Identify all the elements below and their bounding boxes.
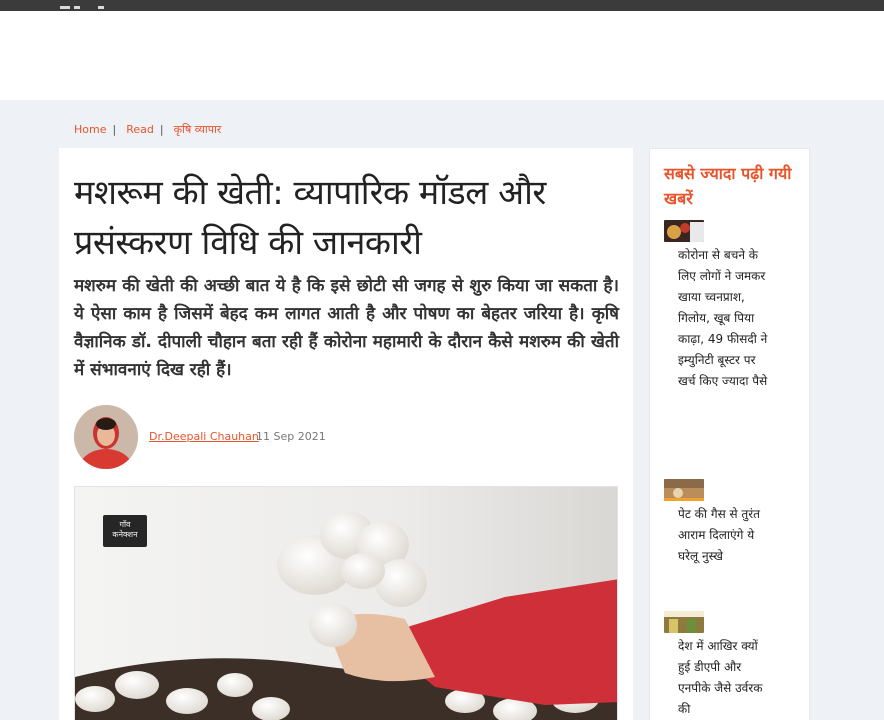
story-title-link[interactable]: देश में आखिर क्यों हुई डीएपी और एनपीके ज… — [678, 636, 770, 720]
breadcrumb-separator: | — [159, 123, 164, 136]
gaon-connection-watermark: गाँव कनेक्शन — [103, 515, 147, 547]
sidebar-story[interactable]: पेट की गैस से तुरंत आराम दिलाएंगे ये घरे… — [664, 479, 804, 567]
article-title: मशरूम की खेती: व्यापारिक मॉडल और प्रसंस्… — [74, 173, 546, 263]
breadcrumb-home-link[interactable]: Home — [74, 123, 106, 136]
site-logo[interactable] — [60, 4, 108, 11]
article-hero-image: गाँव कनेक्शन — [74, 486, 618, 720]
sidebar-story[interactable]: देश में आखिर क्यों हुई डीएपी और एनपीके ज… — [664, 611, 804, 720]
top-bar — [0, 0, 884, 11]
article-summary: मशरुम की खेती की अच्छी बात ये है कि इसे … — [74, 276, 619, 380]
sidebar-story[interactable]: कोरोना से बचने के लिए लोगों ने जमकर खाया… — [664, 220, 804, 392]
story-title-link[interactable]: पेट की गैस से तुरंत आराम दिलाएंगे ये घरे… — [678, 504, 770, 567]
article-card: मशरूम की खेती: व्यापारिक मॉडल और प्रसंस्… — [59, 148, 633, 720]
author-avatar[interactable] — [74, 405, 138, 469]
story-thumbnail[interactable] — [664, 479, 704, 501]
sidebar-title: सबसे ज्यादा पढ़ी गयी खबरें — [664, 164, 792, 208]
author-name-link[interactable]: Dr.Deepali Chauhan — [149, 430, 259, 443]
story-title-link[interactable]: कोरोना से बचने के लिए लोगों ने जमकर खाया… — [678, 245, 770, 392]
story-thumbnail[interactable] — [664, 611, 704, 633]
breadcrumb-separator: | — [112, 123, 117, 136]
breadcrumb-category-link[interactable]: कृषि व्यापार — [174, 123, 222, 136]
publish-date: 11 Sep 2021 — [256, 430, 326, 443]
site-header — [0, 11, 884, 100]
breadcrumb: Home | Read | कृषि व्यापार — [74, 122, 221, 137]
breadcrumb-read-link[interactable]: Read — [126, 123, 154, 136]
story-thumbnail[interactable] — [664, 220, 704, 242]
author-row: Dr.Deepali Chauhan 11 Sep 2021 — [74, 405, 614, 469]
most-read-sidebar: सबसे ज्यादा पढ़ी गयी खबरें कोरोना से बचन… — [649, 148, 810, 720]
